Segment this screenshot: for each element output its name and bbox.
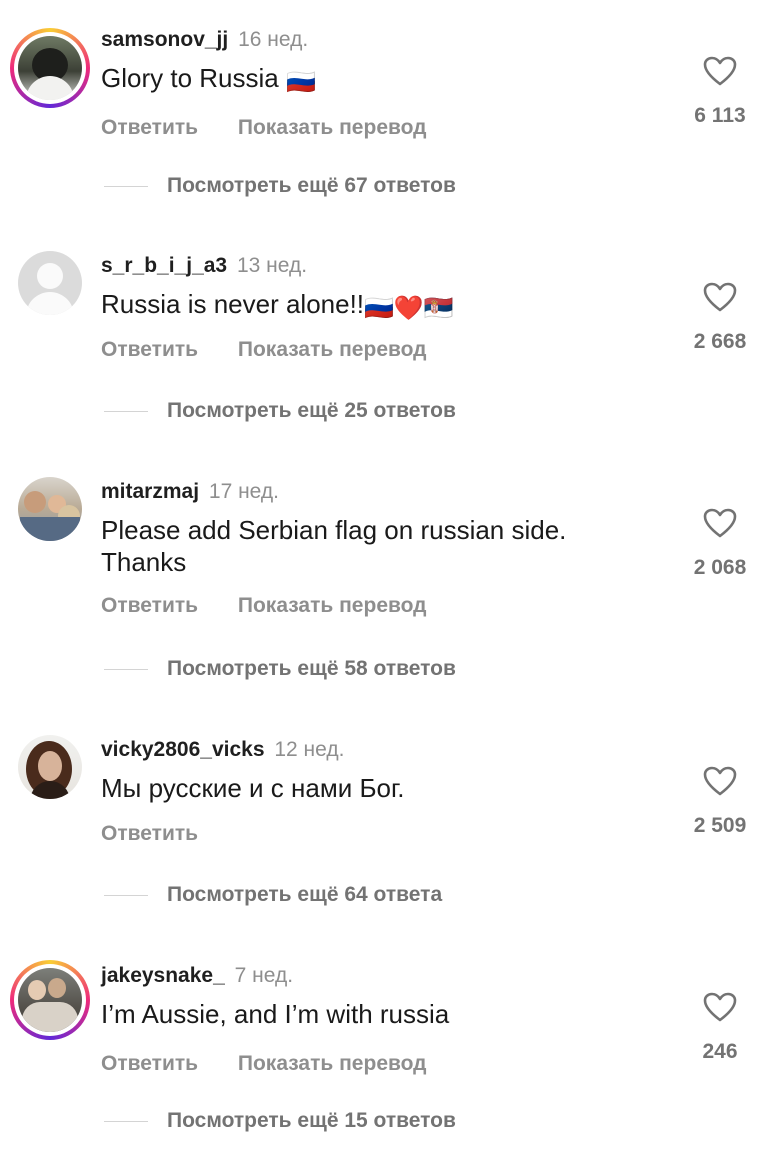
avatar-wrap[interactable] <box>10 243 90 323</box>
view-replies-button[interactable]: Посмотреть ещё 64 ответа <box>104 883 442 907</box>
reply-button[interactable]: Ответить <box>101 116 198 139</box>
like-count: 2 668 <box>693 330 747 353</box>
like-count: 2 068 <box>693 556 747 579</box>
comment-username[interactable]: s_r_b_i_j_a3 <box>101 254 227 277</box>
comment-time: 17 нед. <box>208 480 279 503</box>
view-replies-label: Посмотреть ещё 67 ответов <box>167 174 456 197</box>
comment-time: 13 нед. <box>236 254 308 277</box>
view-replies-label: Посмотреть ещё 15 ответов <box>167 1109 456 1132</box>
avatar <box>18 968 82 1032</box>
view-replies-button[interactable]: Посмотреть ещё 67 ответов <box>104 174 456 198</box>
heart-outline-icon[interactable] <box>703 56 737 86</box>
like-count: 6 113 <box>694 104 746 127</box>
avatar <box>18 735 82 799</box>
reply-button[interactable]: Ответить <box>101 338 198 361</box>
comment-username[interactable]: mitarzmaj <box>101 480 199 503</box>
divider-line <box>104 1120 148 1122</box>
show-translation-button[interactable]: Показать перевод <box>238 1052 427 1075</box>
divider-line <box>104 185 148 187</box>
heart-outline-icon[interactable] <box>703 992 737 1022</box>
comment-time: 12 нед. <box>274 738 345 761</box>
reply-button[interactable]: Ответить <box>101 822 198 845</box>
show-translation-button[interactable]: Показать перевод <box>238 594 427 617</box>
comment-text: Please add Serbian flag on russian side.… <box>101 515 567 577</box>
like-block: 2 068 <box>680 508 760 580</box>
comment-username[interactable]: jakeysnake_ <box>101 964 225 987</box>
avatar-story-ring[interactable] <box>10 960 90 1040</box>
avatar <box>18 477 82 541</box>
avatar-story-ring[interactable] <box>10 28 90 108</box>
heart-outline-icon[interactable] <box>703 508 737 538</box>
view-replies-label: Посмотреть ещё 58 ответов <box>167 657 456 680</box>
comment-username[interactable]: vicky2806_vicks <box>101 738 265 761</box>
divider-line <box>104 668 148 670</box>
default-avatar-icon <box>18 251 82 315</box>
comment-text: Russia is never alone!!🇷🇺❤️🇷🇸 <box>101 289 454 322</box>
show-translation-button[interactable]: Показать перевод <box>238 338 427 361</box>
comment-time: 7 нед. <box>234 964 294 987</box>
comment-text: I’m Aussie, and I’m with russia <box>101 999 450 1029</box>
like-block: 6 113 <box>680 56 760 128</box>
avatar-wrap[interactable] <box>10 727 90 807</box>
heart-outline-icon[interactable] <box>703 766 737 796</box>
like-count: 2 509 <box>693 814 747 837</box>
avatar <box>18 36 82 100</box>
like-block: 2 509 <box>680 766 760 838</box>
view-replies-button[interactable]: Посмотреть ещё 25 ответов <box>104 399 456 423</box>
like-block: 246 <box>680 992 760 1064</box>
view-replies-label: Посмотреть ещё 64 ответа <box>167 883 443 906</box>
comment-text: Glory to Russia 🇷🇺 <box>101 63 316 96</box>
comment-username[interactable]: samsonov_jj <box>101 28 228 51</box>
divider-line <box>104 894 148 896</box>
view-replies-button[interactable]: Посмотреть ещё 58 ответов <box>104 657 456 681</box>
view-replies-label: Посмотреть ещё 25 ответов <box>167 399 456 422</box>
comment-text: Мы русские и с нами Бог. <box>101 773 405 803</box>
heart-outline-icon[interactable] <box>703 282 737 312</box>
avatar-wrap[interactable] <box>10 469 90 549</box>
divider-line <box>104 410 148 412</box>
reply-button[interactable]: Ответить <box>101 1052 198 1075</box>
flags-heart-emoji: 🇷🇺❤️🇷🇸 <box>364 295 454 322</box>
reply-button[interactable]: Ответить <box>101 594 198 617</box>
show-translation-button[interactable]: Показать перевод <box>238 116 427 139</box>
russia-flag-emoji: 🇷🇺 <box>285 69 316 96</box>
like-count: 246 <box>702 1040 738 1063</box>
view-replies-button[interactable]: Посмотреть ещё 15 ответов <box>104 1109 456 1133</box>
comment-time: 16 нед. <box>238 28 309 51</box>
like-block: 2 668 <box>680 282 760 354</box>
